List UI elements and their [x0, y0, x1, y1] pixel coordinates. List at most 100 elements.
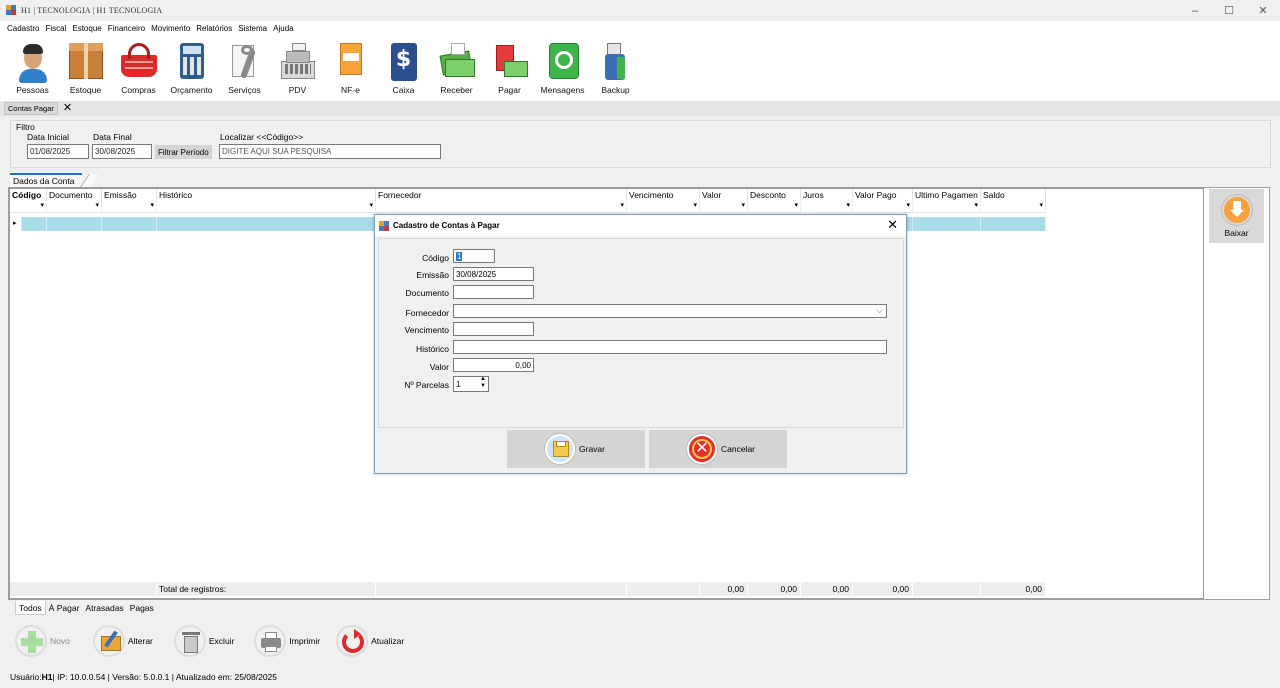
- total-juros: 0,00: [801, 582, 853, 596]
- imprimir-button[interactable]: Imprimir: [254, 621, 320, 661]
- toolbar-receber-button[interactable]: Receber: [430, 35, 483, 101]
- column-header-codigo[interactable]: Código: [10, 189, 47, 201]
- close-dialog-icon[interactable]: ✕: [887, 218, 898, 231]
- column-header-emissao[interactable]: Emissão: [102, 189, 157, 201]
- search-input[interactable]: DIGITE AQUI SUA PESQUISA: [219, 144, 441, 159]
- alterar-button[interactable]: Alterar: [92, 621, 153, 661]
- title-bar: H1 | TECNOLOGIA | H1 TECNOLOGIA – ☐ ✕: [0, 0, 1280, 21]
- tab-dados-da-conta[interactable]: Dados da Conta: [10, 173, 82, 187]
- tab-contas-pagar[interactable]: Contas Pagar: [4, 102, 58, 115]
- status-user: H1: [41, 672, 53, 682]
- documento-field[interactable]: [453, 285, 534, 299]
- stepper-up-icon[interactable]: ▲: [480, 376, 486, 382]
- toolbar-label: Compras: [121, 85, 156, 95]
- toolbar-mensagens-button[interactable]: Mensagens: [536, 35, 589, 101]
- toolbar-compras-button[interactable]: Compras: [112, 35, 165, 101]
- menu-movimento[interactable]: Movimento: [148, 24, 193, 33]
- minimize-button[interactable]: –: [1178, 0, 1212, 21]
- valor-field[interactable]: 0,00: [453, 358, 534, 372]
- atualizar-button[interactable]: Atualizar: [336, 621, 404, 661]
- toolbar-label: NF-e: [341, 85, 360, 95]
- filter-dropdown[interactable]: ▾: [10, 201, 47, 213]
- toolbar-orcamento-button[interactable]: Orçamento: [165, 35, 218, 101]
- trash-icon: [173, 625, 206, 657]
- menu-relatorios[interactable]: Relatórios: [193, 24, 235, 33]
- close-tab-icon[interactable]: ✕: [63, 103, 72, 114]
- column-header-vencimento[interactable]: Vencimento: [627, 189, 700, 201]
- filter-dropdown[interactable]: ▾: [376, 201, 627, 213]
- refresh-icon: [336, 625, 369, 657]
- gravar-button[interactable]: Gravar: [507, 430, 645, 468]
- total-registros-label: Total de registros:: [157, 582, 376, 596]
- cancelar-button[interactable]: ✕ Cancelar: [649, 430, 787, 468]
- toolbar-caixa-button[interactable]: $ Caixa: [377, 35, 430, 101]
- column-header-ultimo-pagamento[interactable]: Ultimo Pagamen: [913, 189, 981, 201]
- codigo-label: Código: [422, 253, 449, 263]
- filter-dropdown[interactable]: ▾: [981, 201, 1046, 213]
- menu-cadastro[interactable]: Cadastro: [4, 24, 42, 33]
- toolbar-estoque-button[interactable]: Estoque: [59, 35, 112, 101]
- novo-button[interactable]: Novo: [15, 621, 70, 661]
- baixar-button[interactable]: Baixar: [1209, 189, 1264, 243]
- fornecedor-select[interactable]: ⌵: [453, 304, 887, 318]
- parcelas-stepper[interactable]: 1 ▲ ▼: [453, 376, 489, 392]
- filter-dropdown[interactable]: ▾: [700, 201, 748, 213]
- toolbar-pessoas-button[interactable]: Pessoas: [6, 35, 59, 101]
- codigo-field[interactable]: 1: [453, 249, 495, 263]
- filter-dropdown[interactable]: ▾: [157, 201, 376, 213]
- codigo-value: 1: [456, 251, 463, 261]
- column-header-desconto[interactable]: Desconto: [748, 189, 801, 201]
- column-header-saldo[interactable]: Saldo: [981, 189, 1046, 201]
- tab-pagas[interactable]: Pagas: [127, 601, 157, 615]
- filter-dropdown[interactable]: ▾: [748, 201, 801, 213]
- localizar-label: Localizar <<Código>>: [220, 132, 304, 142]
- filtrar-periodo-button[interactable]: Filtrar Período: [155, 145, 212, 159]
- box-icon: [66, 39, 106, 83]
- vencimento-label: Vencimento: [404, 325, 449, 335]
- status-user-prefix: Usuário:: [10, 672, 42, 682]
- filter-dropdown[interactable]: ▾: [102, 201, 157, 213]
- column-header-historico[interactable]: Histórico: [157, 189, 376, 201]
- menu-ajuda[interactable]: Ajuda: [270, 24, 296, 33]
- data-inicial-input[interactable]: 01/08/2025: [27, 144, 89, 159]
- vencimento-field[interactable]: [453, 322, 534, 336]
- document-tabs: Contas Pagar ✕: [0, 101, 1280, 116]
- menu-estoque[interactable]: Estoque: [69, 24, 104, 33]
- data-final-label: Data Final: [93, 132, 132, 142]
- filter-dropdown[interactable]: ▾: [801, 201, 853, 213]
- toolbar-pdv-button[interactable]: PDV: [271, 35, 324, 101]
- tab-a-pagar[interactable]: À Pagar: [46, 601, 83, 615]
- menu-sistema[interactable]: Sistema: [235, 24, 270, 33]
- column-header-valor-pago[interactable]: Valor Pago: [853, 189, 913, 201]
- parcelas-value: 1: [456, 379, 461, 389]
- close-window-button[interactable]: ✕: [1246, 0, 1280, 21]
- toolbar-nfe-button[interactable]: NF-e: [324, 35, 377, 101]
- column-header-fornecedor[interactable]: Fornecedor: [376, 189, 627, 201]
- menu-financeiro[interactable]: Financeiro: [105, 24, 148, 33]
- filter-dropdown[interactable]: ▾: [627, 201, 700, 213]
- calculator-icon: [172, 39, 212, 83]
- toolbar-backup-button[interactable]: Backup: [589, 35, 642, 101]
- filter-arrow-icon: ▾: [741, 202, 745, 209]
- tab-atrasadas[interactable]: Atrasadas: [82, 601, 126, 615]
- filter-dropdown[interactable]: ▾: [853, 201, 913, 213]
- tab-todos[interactable]: Todos: [15, 601, 46, 615]
- menu-fiscal[interactable]: Fiscal: [42, 24, 69, 33]
- column-header-juros[interactable]: Juros: [801, 189, 853, 201]
- filter-arrow-icon: ▾: [794, 202, 798, 209]
- toolbar-label: Mensagens: [540, 85, 585, 95]
- excluir-button[interactable]: Excluir: [173, 621, 234, 661]
- filter-dropdown[interactable]: ▾: [913, 201, 981, 213]
- toolbar-pagar-button[interactable]: Pagar: [483, 35, 536, 101]
- column-header-valor[interactable]: Valor: [700, 189, 748, 201]
- emissao-field[interactable]: 30/08/2025: [453, 267, 534, 281]
- historico-field[interactable]: [453, 340, 887, 354]
- column-header-documento[interactable]: Documento: [47, 189, 102, 201]
- maximize-button[interactable]: ☐: [1212, 0, 1246, 21]
- filter-arrow-icon: ▾: [846, 202, 850, 209]
- toolbar-servicos-button[interactable]: Serviços: [218, 35, 271, 101]
- data-final-input[interactable]: 30/08/2025: [92, 144, 152, 159]
- dialog-title: Cadastro de Contas à Pagar: [393, 221, 500, 230]
- stepper-down-icon[interactable]: ▼: [480, 383, 486, 389]
- filter-dropdown[interactable]: ▾: [47, 201, 102, 213]
